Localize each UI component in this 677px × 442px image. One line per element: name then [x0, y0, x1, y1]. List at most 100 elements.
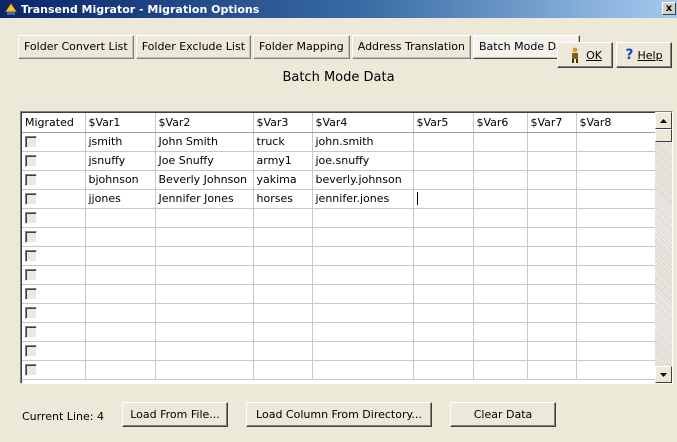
- grid-cell[interactable]: [85, 246, 156, 266]
- migrated-cell[interactable]: [22, 246, 86, 266]
- grid-cell[interactable]: [312, 303, 414, 323]
- grid-cell[interactable]: joe.snuffy: [312, 151, 414, 171]
- grid-cell[interactable]: [155, 227, 254, 247]
- migrated-checkbox[interactable]: [25, 288, 37, 300]
- grid-cell[interactable]: jsmith: [85, 132, 156, 152]
- tab-folder-convert-list[interactable]: Folder Convert List: [18, 35, 134, 59]
- tab-folder-mapping[interactable]: Folder Mapping: [253, 35, 350, 59]
- migrated-cell[interactable]: [22, 341, 86, 361]
- grid-cell[interactable]: [527, 303, 577, 323]
- table-row[interactable]: [22, 265, 656, 285]
- grid-cell[interactable]: [527, 208, 577, 228]
- column-header[interactable]: $Var5: [413, 113, 474, 133]
- grid-cell[interactable]: horses: [253, 189, 313, 209]
- table-row[interactable]: jjones Jennifer Jones horses jennifer.jones: [22, 189, 656, 209]
- grid-cell[interactable]: [576, 170, 656, 190]
- migrated-checkbox[interactable]: [25, 136, 37, 148]
- grid-cell[interactable]: [85, 265, 156, 285]
- vertical-scrollbar[interactable]: [655, 112, 672, 383]
- grid-cell[interactable]: Jennifer Jones: [155, 189, 254, 209]
- grid-cell[interactable]: John Smith: [155, 132, 254, 152]
- grid-cell[interactable]: [312, 265, 414, 285]
- grid-cell[interactable]: [253, 208, 313, 228]
- table-row[interactable]: [22, 322, 656, 342]
- grid-cell[interactable]: [155, 341, 254, 361]
- clear-data-button[interactable]: Clear Data: [450, 402, 556, 427]
- column-header[interactable]: $Var2: [155, 113, 254, 133]
- grid-cell[interactable]: [155, 360, 254, 380]
- grid-cell[interactable]: jennifer.jones: [312, 189, 414, 209]
- close-button[interactable]: x: [662, 2, 676, 15]
- grid-cell[interactable]: bjohnson: [85, 170, 156, 190]
- grid-cell[interactable]: [253, 265, 313, 285]
- grid-cell[interactable]: [253, 341, 313, 361]
- migrated-checkbox[interactable]: [25, 193, 37, 205]
- grid-cell[interactable]: [473, 246, 528, 266]
- column-header[interactable]: $Var7: [527, 113, 577, 133]
- scroll-thumb[interactable]: [655, 129, 672, 142]
- migrated-checkbox[interactable]: [25, 231, 37, 243]
- migrated-checkbox[interactable]: [25, 212, 37, 224]
- grid-cell[interactable]: [312, 322, 414, 342]
- grid-cell[interactable]: [473, 151, 528, 171]
- tab-address-translation[interactable]: Address Translation: [351, 35, 471, 59]
- grid-cell[interactable]: army1: [253, 151, 313, 171]
- grid-cell[interactable]: [473, 303, 528, 323]
- grid-cell[interactable]: [413, 151, 474, 171]
- grid-cell[interactable]: [413, 132, 474, 152]
- grid-cell[interactable]: [527, 170, 577, 190]
- migrated-cell[interactable]: [22, 170, 86, 190]
- migrated-cell[interactable]: [22, 303, 86, 323]
- table-row[interactable]: [22, 284, 656, 304]
- migrated-cell[interactable]: [22, 189, 86, 209]
- migrated-checkbox[interactable]: [25, 155, 37, 167]
- grid-cell[interactable]: [473, 189, 528, 209]
- grid-cell[interactable]: [527, 151, 577, 171]
- grid-cell[interactable]: [473, 208, 528, 228]
- grid-cell[interactable]: [413, 322, 474, 342]
- migrated-checkbox[interactable]: [25, 364, 37, 376]
- grid-cell[interactable]: [576, 151, 656, 171]
- migrated-cell[interactable]: [22, 360, 86, 380]
- grid-cell[interactable]: [576, 341, 656, 361]
- grid-cell[interactable]: [527, 322, 577, 342]
- grid-cell[interactable]: jsnuffy: [85, 151, 156, 171]
- grid-cell[interactable]: [85, 360, 156, 380]
- grid-cell[interactable]: [253, 360, 313, 380]
- ok-button[interactable]: OK: [557, 42, 613, 68]
- migrated-cell[interactable]: [22, 132, 86, 152]
- grid-cell[interactable]: [527, 227, 577, 247]
- grid-cell[interactable]: [576, 322, 656, 342]
- grid-cell[interactable]: [576, 246, 656, 266]
- grid-cell[interactable]: [576, 208, 656, 228]
- grid-cell[interactable]: [155, 246, 254, 266]
- grid-cell[interactable]: [527, 132, 577, 152]
- grid-cell[interactable]: [413, 246, 474, 266]
- grid-cell[interactable]: [527, 360, 577, 380]
- column-header[interactable]: Migrated: [22, 113, 86, 133]
- grid-cell[interactable]: [527, 246, 577, 266]
- table-row[interactable]: [22, 303, 656, 323]
- scroll-down-button[interactable]: [655, 366, 672, 383]
- grid-cell[interactable]: [473, 360, 528, 380]
- column-header[interactable]: $Var8: [576, 113, 656, 133]
- column-header[interactable]: $Var4: [312, 113, 414, 133]
- migrated-checkbox[interactable]: [25, 307, 37, 319]
- help-button[interactable]: ? Help: [616, 42, 672, 68]
- grid-cell[interactable]: [413, 360, 474, 380]
- migrated-checkbox[interactable]: [25, 326, 37, 338]
- grid-cell[interactable]: [85, 284, 156, 304]
- migrated-checkbox[interactable]: [25, 269, 37, 281]
- grid-cell[interactable]: [413, 265, 474, 285]
- column-header[interactable]: $Var1: [85, 113, 156, 133]
- grid-cell[interactable]: [527, 284, 577, 304]
- grid-cell[interactable]: [155, 265, 254, 285]
- migrated-cell[interactable]: [22, 322, 86, 342]
- load-column-from-directory-button[interactable]: Load Column From Directory...: [246, 402, 432, 427]
- migrated-checkbox[interactable]: [25, 250, 37, 262]
- grid-cell[interactable]: [413, 170, 474, 190]
- grid-cell[interactable]: [85, 208, 156, 228]
- grid-cell[interactable]: [85, 303, 156, 323]
- scroll-up-button[interactable]: [655, 112, 672, 129]
- grid-cell[interactable]: [85, 322, 156, 342]
